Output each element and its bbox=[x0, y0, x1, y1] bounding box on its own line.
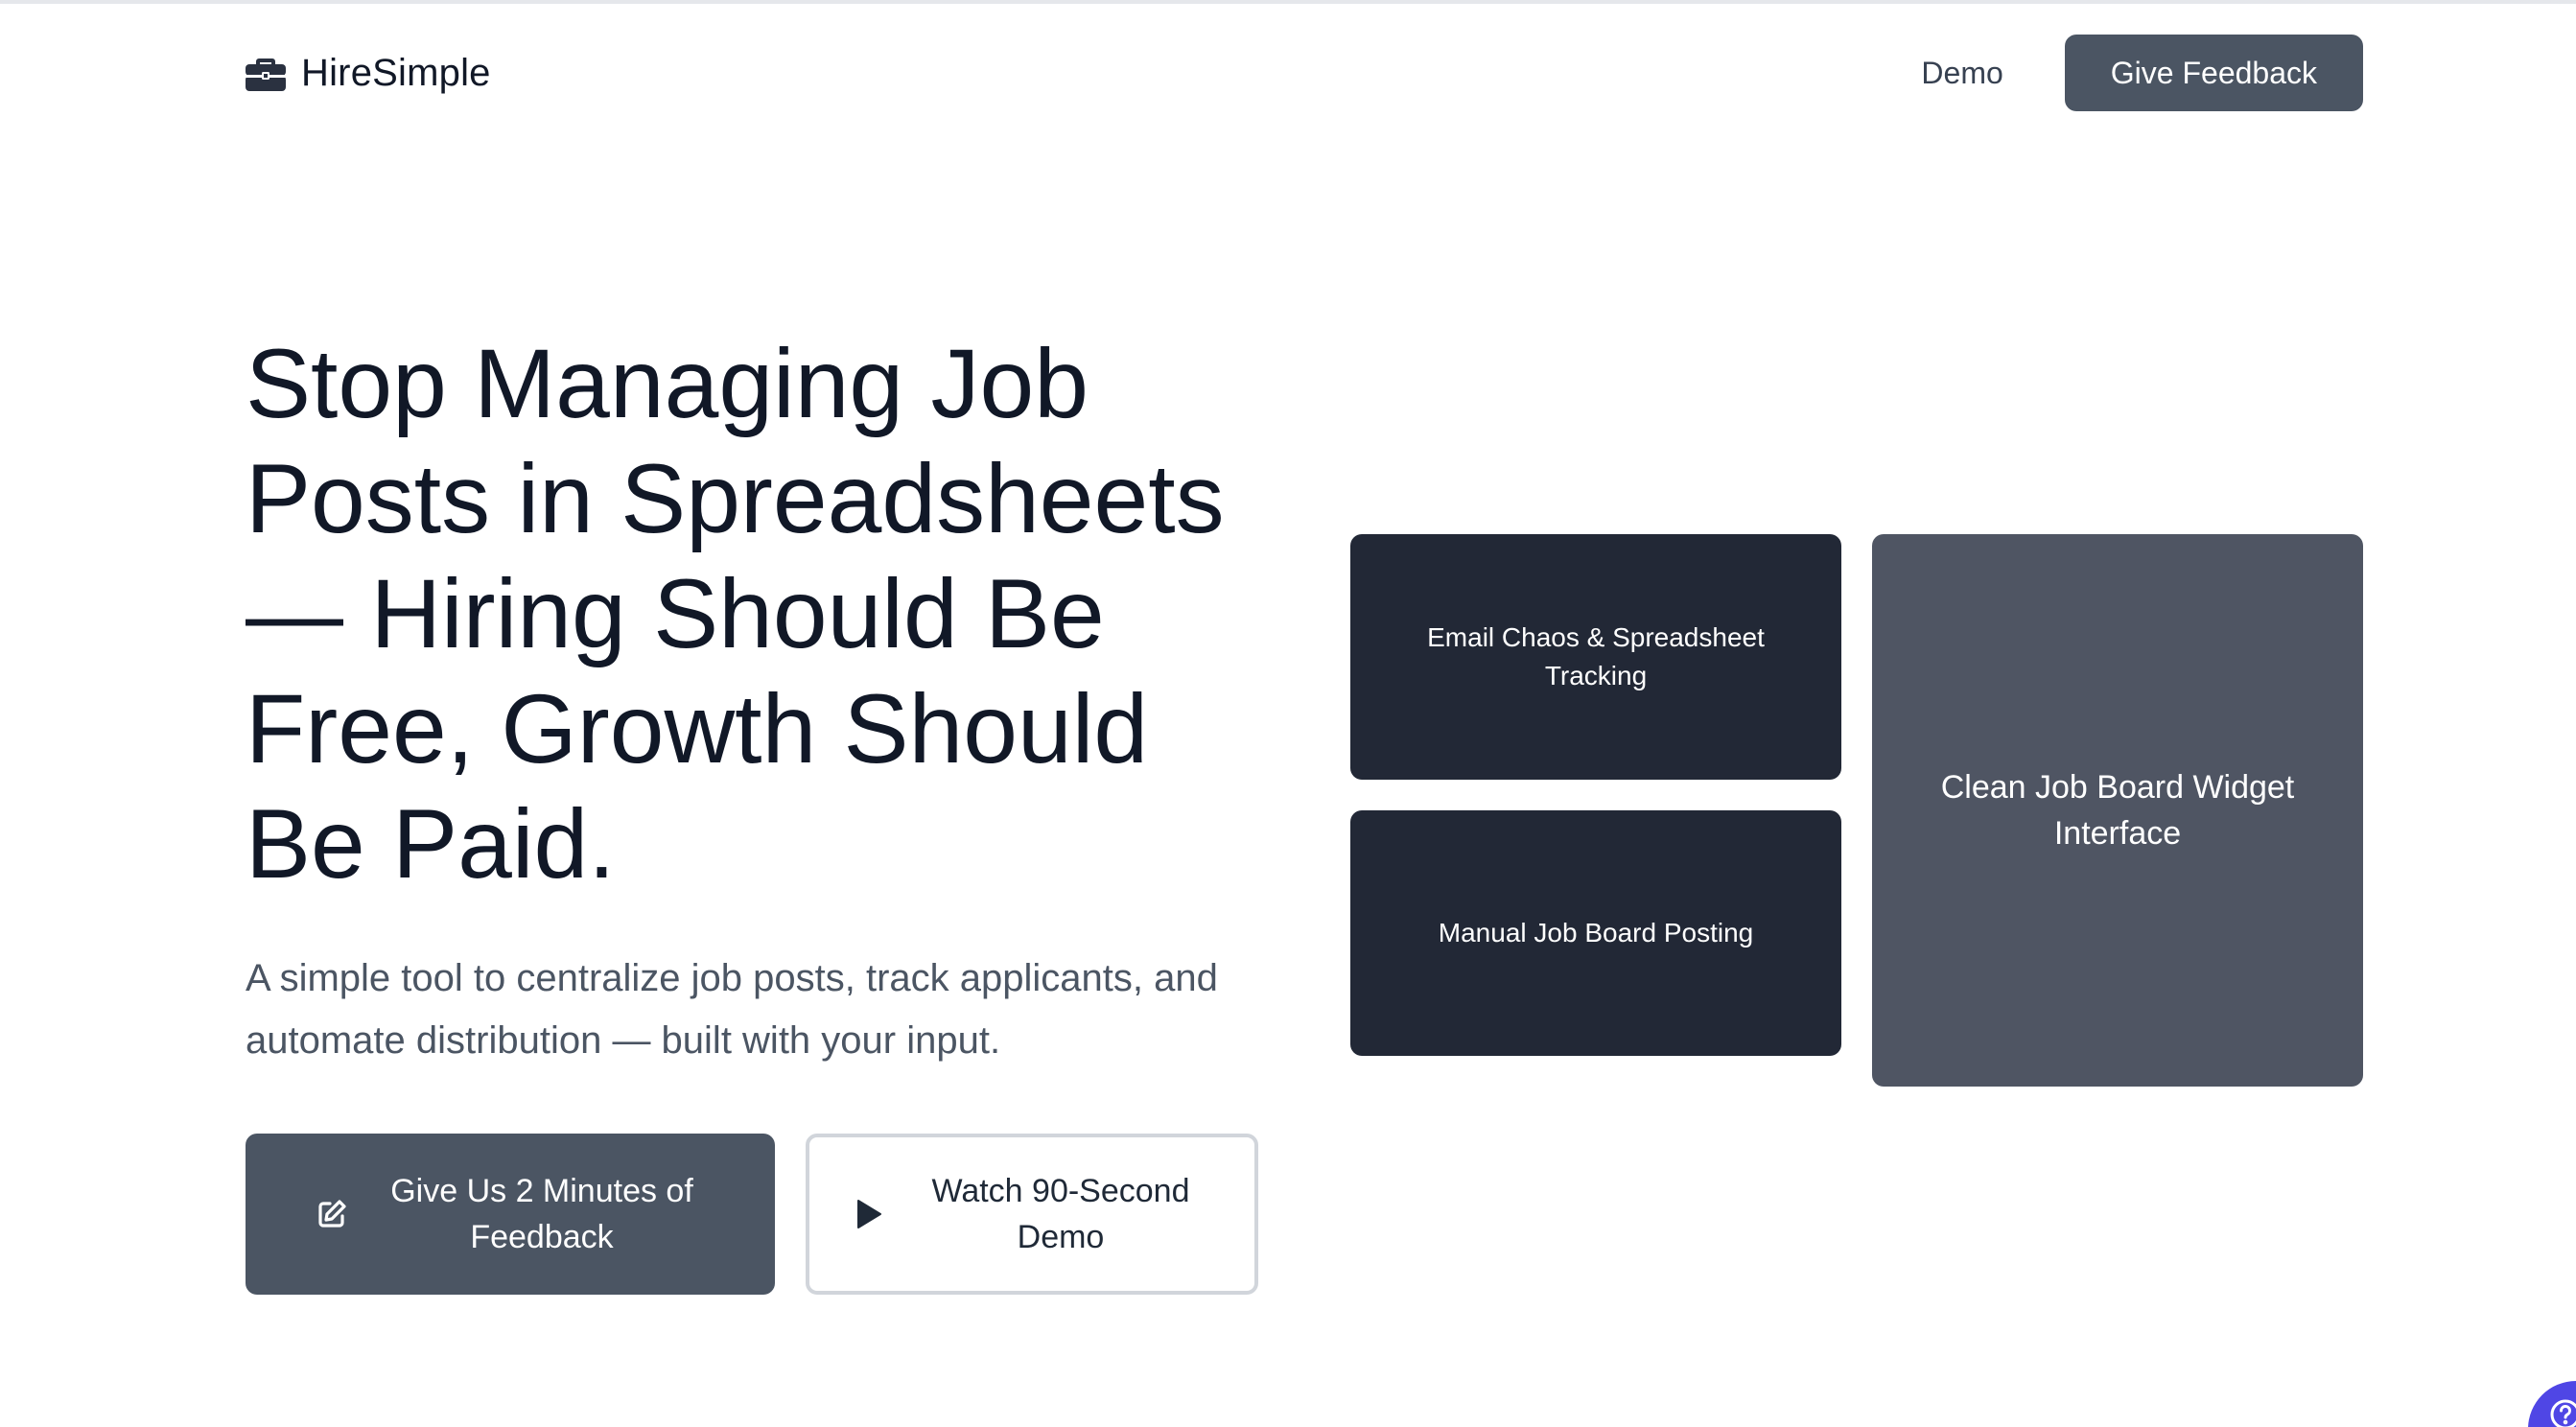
help-icon bbox=[2549, 1398, 2576, 1427]
hero-cta-row: Give Us 2 Minutes of Feedback Watch 90-S… bbox=[246, 1134, 1258, 1295]
manual-posting-card: Manual Job Board Posting bbox=[1350, 810, 1841, 1056]
manual-posting-card-label: Manual Job Board Posting bbox=[1438, 918, 1754, 947]
header-nav: Demo Give Feedback bbox=[1921, 35, 2363, 111]
email-chaos-card-label: Email Chaos & Spreadsheet Tracking bbox=[1427, 622, 1765, 690]
give-feedback-button[interactable]: Give Feedback bbox=[2064, 35, 2363, 111]
top-border bbox=[0, 0, 2576, 4]
email-chaos-card: Email Chaos & Spreadsheet Tracking bbox=[1350, 534, 1841, 780]
brand-logo[interactable]: HireSimple bbox=[246, 52, 491, 95]
brand-name: HireSimple bbox=[301, 51, 491, 94]
play-icon bbox=[855, 1199, 882, 1229]
hero-subtitle: A simple tool to centralize job posts, t… bbox=[246, 957, 1218, 1062]
widget-interface-card-label: Clean Job Board Widget Interface bbox=[1940, 769, 2295, 852]
site-header: HireSimple Demo Give Feedback bbox=[246, 35, 2363, 111]
help-widget-button[interactable] bbox=[2528, 1381, 2576, 1427]
edit-icon bbox=[316, 1198, 348, 1230]
give-feedback-cta-button[interactable]: Give Us 2 Minutes of Feedback bbox=[246, 1134, 775, 1295]
nav-demo-link[interactable]: Demo bbox=[1921, 56, 2002, 91]
watch-demo-button[interactable]: Watch 90-Second Demo bbox=[806, 1134, 1258, 1295]
widget-interface-card: Clean Job Board Widget Interface bbox=[1872, 534, 2363, 1087]
briefcase-icon bbox=[246, 55, 286, 91]
hero-title: Stop Managing Job Posts in Spreadsheets … bbox=[246, 329, 1225, 899]
give-feedback-cta-label: Give Us 2 Minutes of Feedback bbox=[390, 1173, 693, 1255]
watch-demo-label: Watch 90-Second Demo bbox=[931, 1173, 1190, 1255]
